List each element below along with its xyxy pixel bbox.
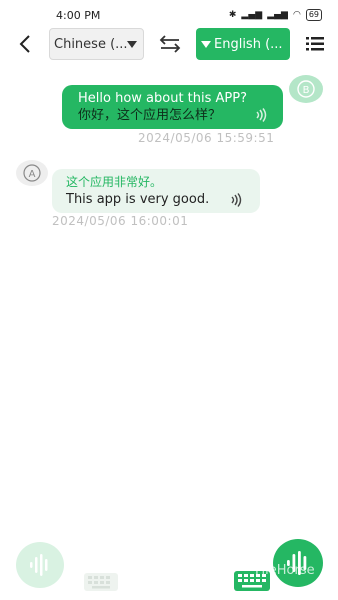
left-keyboard-button[interactable] — [84, 573, 118, 591]
microphone-icon — [30, 554, 48, 576]
toolbar: Chinese (... English (... — [0, 26, 338, 62]
menu-icon — [306, 37, 324, 51]
chevron-down-icon — [201, 41, 211, 48]
play-outgoing-button[interactable] — [253, 107, 269, 122]
signal-icon-2: ▂▄▆ — [267, 10, 288, 20]
svg-text:B: B — [303, 85, 310, 96]
swap-icon — [159, 35, 181, 53]
keyboard-icon — [88, 576, 110, 589]
battery-level: 69 — [305, 9, 322, 21]
bluetooth-icon: ✱ — [228, 10, 237, 20]
target-language-select[interactable]: English (... — [196, 28, 290, 60]
play-incoming-button[interactable] — [228, 192, 244, 207]
translator-avatar: A — [16, 160, 48, 186]
user-avatar: B — [289, 75, 323, 103]
incoming-timestamp: 2024/05/06 16:00:01 — [52, 214, 189, 228]
status-icons: ✱ ▂▄▆ ▂▄▆ ◠ 69 — [229, 9, 322, 21]
outgoing-message-bubble[interactable]: Hello how about this APP? 你好，这个应用怎么样？ — [62, 85, 283, 129]
outgoing-timestamp: 2024/05/06 15:59:51 — [138, 131, 275, 145]
wifi-icon: ◠ — [292, 10, 301, 20]
source-language-select[interactable]: Chinese (... — [49, 28, 144, 60]
source-language-label: Chinese (... — [54, 36, 128, 52]
chevron-down-icon — [127, 41, 137, 48]
speaker-icon — [231, 193, 242, 207]
target-language-label: English (... — [214, 36, 283, 52]
speaker-icon — [256, 108, 267, 122]
back-button[interactable] — [14, 32, 36, 56]
avatar-icon: A — [23, 164, 41, 182]
outgoing-original-text: Hello how about this APP? — [78, 91, 248, 106]
signal-icon: ▂▄▆ — [241, 10, 263, 20]
left-mic-button[interactable] — [16, 542, 64, 588]
outgoing-translation-text: 你好，这个应用怎么样？ — [78, 108, 222, 123]
swap-languages-button[interactable] — [158, 32, 182, 56]
incoming-original-text: 这个应用非常好。 — [66, 175, 163, 189]
incoming-translation-text: This app is very good. — [66, 192, 210, 207]
avatar-icon: B — [297, 80, 315, 98]
watermark: FileHorse — [255, 563, 315, 578]
status-time: 4:00 PM — [56, 8, 101, 22]
back-arrow-icon — [19, 35, 30, 53]
menu-button[interactable] — [306, 36, 324, 52]
svg-text:A: A — [29, 169, 36, 180]
